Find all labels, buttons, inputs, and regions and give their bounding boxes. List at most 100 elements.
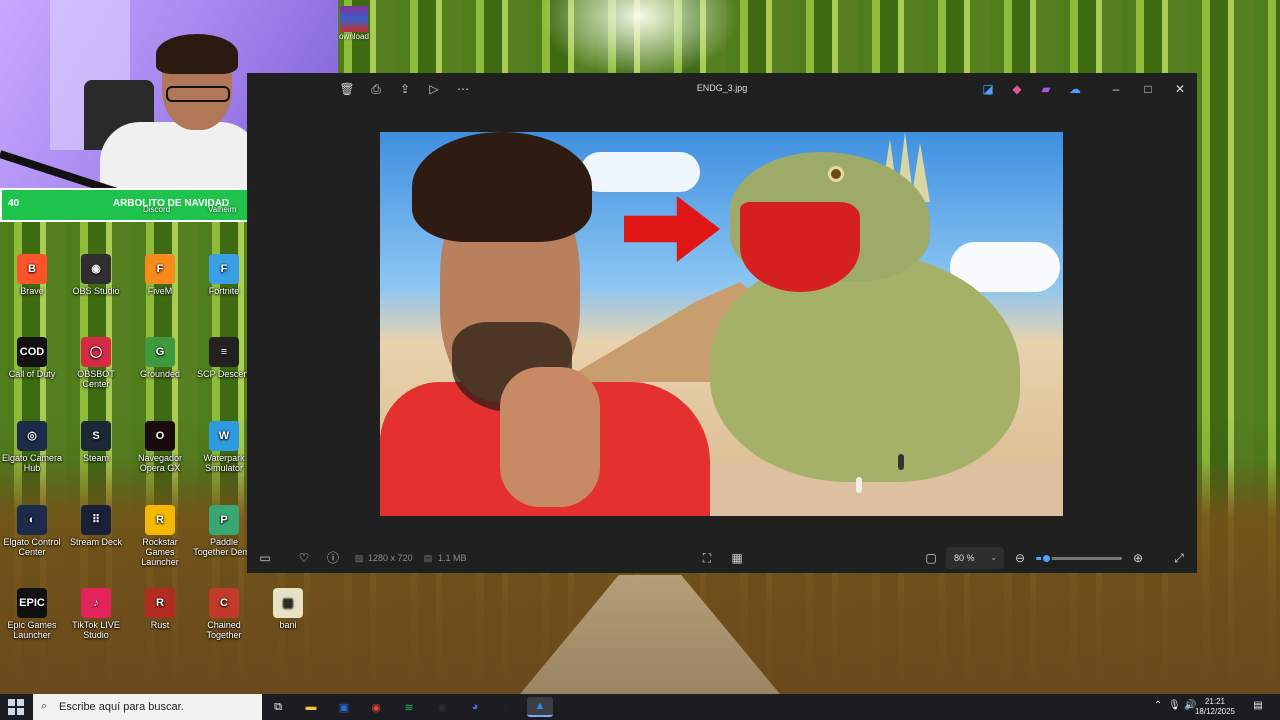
webcam-streamer xyxy=(70,34,260,190)
start-button[interactable] xyxy=(8,699,24,715)
desktop-icon-label: Elgato Control Center xyxy=(3,537,61,557)
webcam-streamer-hair xyxy=(156,34,238,74)
obs-icon: ◉ xyxy=(81,254,111,284)
desktop-icon-label: Rockstar Games Launcher xyxy=(141,537,179,567)
desktop-icon-rust[interactable]: R Rust xyxy=(128,588,192,630)
cloud-off-icon[interactable]: ☁ xyxy=(1067,81,1083,97)
windows-logo-icon xyxy=(17,699,24,706)
chrome-icon[interactable]: ◉ xyxy=(363,697,389,717)
desktop-icon-grounded[interactable]: G Grounded xyxy=(128,337,192,379)
desktop-icon-opera-gx[interactable]: O Navegador Opera GX xyxy=(128,421,192,473)
info-icon[interactable]: ⓘ xyxy=(325,550,341,566)
tiktok-live-icon: ♪ xyxy=(81,588,111,618)
grounded-icon: G xyxy=(145,337,175,367)
zoom-level-dropdown[interactable]: 80 % ⌄ xyxy=(946,547,1004,569)
photo-iguana-mouth xyxy=(740,202,860,292)
viewer-titlebar: 🗑 ⎙ ⇪ ▷ ⋯ ENDG_3.jpg ◪ ◆ ▰ ☁ – □ ✕ xyxy=(247,73,1197,105)
viewer-photo[interactable] xyxy=(380,132,1063,516)
taskbar: ⌕ ⧉▬▣◉≋◉◕S▲ ⌃ 🎙 🔊 21:21 18/12/2025 ▤ xyxy=(0,694,1280,720)
zoom-slider-thumb[interactable] xyxy=(1041,553,1053,564)
search-icon: ⌕ xyxy=(41,700,48,712)
desktop-icon-elgato-control-center[interactable]: ◐ Elgato Control Center xyxy=(0,505,64,557)
zoom-in-icon[interactable]: ⊕ xyxy=(1130,550,1146,566)
obsbot-icon: ◯ xyxy=(81,337,111,367)
desktop-icon-steam[interactable]: S Steam xyxy=(64,421,128,463)
desktop-icon-call-of-duty[interactable]: COD Call of Duty xyxy=(0,337,64,379)
brave-icon: B xyxy=(17,254,47,284)
desktop-icon-file[interactable]: ▤ bani xyxy=(256,588,320,630)
obs-icon[interactable]: ◉ xyxy=(429,697,455,717)
desktop-icon-label: Steam xyxy=(82,453,109,463)
desktop-icon-epic-games[interactable]: EPIC Epic Games Launcher xyxy=(0,588,64,640)
opera-gx-icon: O xyxy=(145,421,175,451)
desktop-icon-label: Grounded xyxy=(139,369,181,379)
desktop-icon-download[interactable]: ownload xyxy=(336,6,372,41)
chevron-up-icon[interactable]: ⌃ xyxy=(1152,700,1164,712)
edit-image-icon[interactable]: ◪ xyxy=(980,81,996,97)
discord-icon[interactable]: ◕ xyxy=(462,697,488,717)
photo-tiny-person xyxy=(898,454,904,470)
photos-icon[interactable]: ▲ xyxy=(527,697,553,717)
desktop-icon-valheim-label[interactable]: Valheim xyxy=(208,205,236,214)
desktop-icon-elgato-camera-hub[interactable]: ◎ Elgato Camera Hub xyxy=(0,421,64,473)
desktop-icon-obsbot[interactable]: ◯ OBSBOT Center xyxy=(64,337,128,389)
desktop-icon-rockstar[interactable]: R Rockstar Games Launcher xyxy=(128,505,192,567)
windows-logo-icon xyxy=(17,708,24,715)
notifications-icon[interactable]: ▤ xyxy=(1252,700,1264,712)
rockstar-icon: R xyxy=(145,505,175,535)
desktop-icon-discord-label[interactable]: Discord xyxy=(143,205,170,214)
zoom-level-value: 80 % xyxy=(954,553,975,563)
file-explorer-icon[interactable]: ▬ xyxy=(298,697,324,717)
fullscreen-icon[interactable]: ⤢ xyxy=(1171,550,1187,566)
desktop-icon-stream-deck[interactable]: ⠿ Stream Deck xyxy=(64,505,128,547)
desktop-icon-tiktok-live[interactable]: ♪ TikTok LIVE Studio xyxy=(64,588,128,640)
zoom-out-icon[interactable]: ⊖ xyxy=(1012,550,1028,566)
desktop-icon-label: ownload xyxy=(339,32,369,41)
desktop-icon-fivem[interactable]: F FiveM xyxy=(128,254,192,296)
desktop-icon-label: Call of Duty xyxy=(8,369,56,379)
clock-date: 18/12/2025 xyxy=(1194,707,1236,716)
text-extract-icon[interactable]: ▦ xyxy=(729,550,745,566)
minimize-button[interactable]: – xyxy=(1107,80,1125,98)
photo-person-hair xyxy=(412,132,592,242)
chevron-down-icon: ⌄ xyxy=(990,553,997,562)
microphone-icon[interactable]: 🎙 xyxy=(1168,700,1181,712)
task-view-icon[interactable]: ⧉ xyxy=(265,697,291,717)
spotify-icon[interactable]: ≋ xyxy=(396,697,422,717)
chained-together-icon: C xyxy=(209,588,239,618)
desktop-icon-label: Rust xyxy=(150,620,170,630)
visual-search-icon[interactable]: ⛶ xyxy=(699,550,715,566)
webcam-streamer-glasses xyxy=(166,86,230,102)
desktop-icon-chained-together[interactable]: C Chained Together xyxy=(192,588,256,640)
photo-person xyxy=(380,132,710,516)
fit-to-window-icon[interactable]: ▢ xyxy=(923,550,939,566)
microsoft-store-icon[interactable]: ▣ xyxy=(331,697,357,717)
fortnite-icon: F xyxy=(209,254,239,284)
search-input[interactable] xyxy=(59,694,259,720)
filmstrip-icon[interactable]: ▭ xyxy=(257,550,273,566)
paint-icon[interactable]: ◆ xyxy=(1009,81,1025,97)
winrar-icon xyxy=(340,6,368,32)
taskbar-clock[interactable]: 21:21 18/12/2025 xyxy=(1192,697,1238,717)
desktop-icon-brave[interactable]: B Brave xyxy=(0,254,64,296)
designer-icon[interactable]: ▰ xyxy=(1038,81,1054,97)
viewer-bottom-bar: ▭ ♡ ⓘ ▨ 1280 x 720 ▤ 1.1 MB ⛶ ▦ ▢ 80 % ⌄… xyxy=(247,543,1197,573)
photo-iguana-eye xyxy=(828,166,844,182)
windows-logo-icon xyxy=(8,708,15,715)
desktop-icon-label: Epic Games Launcher xyxy=(7,620,57,640)
zoom-slider[interactable] xyxy=(1036,553,1122,564)
steam-icon[interactable]: S xyxy=(494,697,520,717)
webcam-streamer-shirt xyxy=(100,122,260,190)
wallpaper-sky xyxy=(540,0,740,80)
elgato-control-center-icon: ◐ xyxy=(17,505,47,535)
maximize-button[interactable]: □ xyxy=(1139,80,1157,98)
favorite-heart-icon[interactable]: ♡ xyxy=(296,550,312,566)
desktop-icon-label: OBS Studio xyxy=(72,286,120,296)
close-button[interactable]: ✕ xyxy=(1171,80,1189,98)
epic-games-icon: EPIC xyxy=(17,588,47,618)
dimensions-icon: ▨ xyxy=(354,553,364,563)
desktop-icon-obs[interactable]: ◉ OBS Studio xyxy=(64,254,128,296)
steam-icon: S xyxy=(81,421,111,451)
desktop-icon-label: FiveM xyxy=(147,286,173,296)
taskbar-search[interactable]: ⌕ xyxy=(33,694,262,720)
